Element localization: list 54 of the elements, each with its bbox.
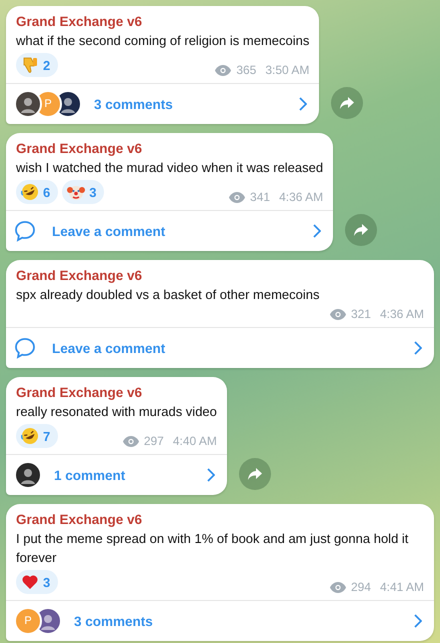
reaction-button[interactable]: 3 <box>62 180 104 204</box>
reaction-button[interactable]: 2 <box>16 53 58 77</box>
thumbs-down-icon <box>21 56 39 74</box>
message-time: 3:50 AM <box>265 63 310 77</box>
message-text: what if the second coming of religion is memecoins <box>16 32 310 50</box>
author-name: Grand Exchange v6 <box>16 140 144 158</box>
message-time: 4:41 AM <box>380 580 424 594</box>
message-time: 4:40 AM <box>172 434 217 448</box>
message-text: really resonated with murads video <box>16 403 217 421</box>
eye-icon <box>330 308 346 320</box>
reaction-button[interactable]: 7 <box>16 424 58 448</box>
chevron-right-icon <box>414 614 422 628</box>
eye-icon <box>229 192 246 202</box>
view-count: 341 <box>250 190 270 204</box>
laughing-face-icon <box>21 183 39 201</box>
clown-face-icon <box>67 183 86 201</box>
share-arrow-icon <box>339 96 356 110</box>
eye-icon <box>215 64 232 76</box>
message-time: 4:36 AM <box>279 190 324 204</box>
comment-bubble-icon <box>14 337 36 359</box>
message-text: spx already doubled vs a basket of other memecoins <box>16 286 321 304</box>
view-count: 365 <box>236 63 256 77</box>
view-count: 294 <box>350 580 371 594</box>
share-arrow-icon <box>353 223 370 237</box>
reaction-button[interactable]: 6 <box>16 180 58 204</box>
message-text: I put the meme spread on with 1% of book and am just gonna hold it forever <box>16 530 410 567</box>
reaction-button[interactable]: 3 <box>16 570 58 594</box>
comments-link[interactable]: 1 comment <box>6 454 227 495</box>
view-count: 297 <box>144 434 164 448</box>
author-name: Grand Exchange v6 <box>16 13 144 31</box>
chevron-right-icon <box>206 468 215 482</box>
eye-icon <box>330 582 346 592</box>
comment-bubble-icon <box>14 220 36 242</box>
message-text: wish I watched the murad video when it was released <box>16 159 324 177</box>
share-arrow-icon <box>246 467 263 481</box>
share-button[interactable] <box>331 87 364 119</box>
author-name: Grand Exchange v6 <box>16 384 144 402</box>
letter-avatar: P <box>14 607 42 635</box>
view-count: 321 <box>350 307 371 321</box>
comments-link[interactable]: Leave a comment <box>6 327 434 368</box>
message-time: 4:36 AM <box>380 307 424 321</box>
comments-link[interactable]: Leave a comment <box>6 210 334 251</box>
laughing-face-icon <box>21 427 39 445</box>
heart-icon <box>21 573 39 591</box>
comments-link[interactable]: P 3 comments <box>6 83 320 124</box>
author-name: Grand Exchange v6 <box>16 511 144 529</box>
comments-link[interactable]: P 3 comments <box>6 600 434 641</box>
chevron-right-icon <box>299 97 308 111</box>
share-button[interactable] <box>345 214 378 246</box>
eye-icon <box>122 436 139 446</box>
share-button[interactable] <box>238 458 271 490</box>
chevron-right-icon <box>313 224 322 238</box>
chevron-right-icon <box>414 341 422 355</box>
author-name: Grand Exchange v6 <box>16 267 144 285</box>
